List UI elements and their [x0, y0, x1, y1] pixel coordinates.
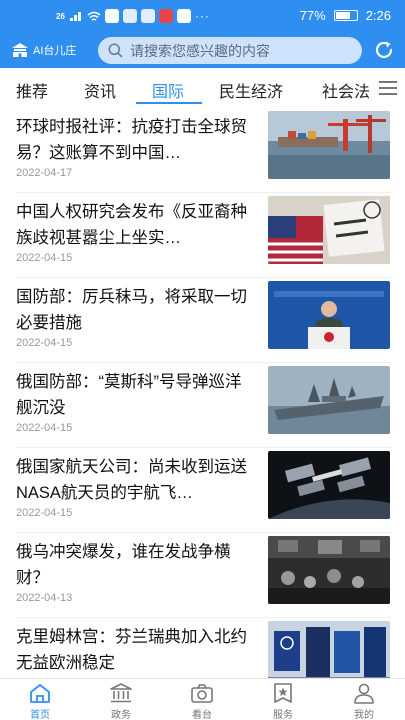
news-title: 国防部：厉兵秣马，将采取一切必要措施	[16, 288, 247, 332]
search-bar[interactable]: 请搜索您感兴趣的内容	[98, 37, 362, 64]
tab-livelihood-economy[interactable]: 民生经济	[219, 78, 283, 102]
tab-news[interactable]: 资讯	[84, 78, 116, 102]
user-icon	[354, 683, 374, 704]
news-date: 2022-04-13	[16, 592, 73, 604]
news-item[interactable]: 克里姆林宫：芬兰瑞典加入北约无益欧洲稳定	[0, 618, 405, 678]
city-gate-logo-icon	[12, 43, 28, 57]
signal-icon	[69, 11, 81, 21]
news-item[interactable]: 环球时报社评：抗疫打击全球贸易？这账算不到中国… 2022-04-17	[0, 108, 405, 193]
news-item[interactable]: 俄乌冲突爆发，谁在发战争横财？ 2022-04-13	[0, 533, 405, 618]
battery-level	[335, 12, 351, 19]
news-item[interactable]: 中国人权研究会发布《反亚裔种族歧视甚嚣尘上坐实… 2022-04-15	[0, 193, 405, 278]
battery-percent: 77%	[299, 8, 326, 23]
refresh-icon[interactable]	[373, 39, 395, 61]
nato-flags-thumbnail	[268, 621, 390, 678]
news-title: 俄国家航天公司：尚未收到运送NASA航天员的宇航飞…	[16, 458, 247, 502]
bottom-navigation: 首页 政务 看台 服务 我的	[0, 678, 405, 720]
tab-society-law[interactable]: 社会法	[322, 78, 370, 102]
news-item[interactable]: 国防部：厉兵秣马，将采取一切必要措施 2022-04-15	[0, 278, 405, 363]
news-title: 环球时报社评：抗疫打击全球贸易？这账算不到中国…	[16, 118, 247, 162]
nav-home[interactable]: 首页	[10, 682, 70, 720]
protest-sign-thumbnail	[268, 196, 390, 264]
news-list: 环球时报社评：抗疫打击全球贸易？这账算不到中国… 2022-04-17 中国人权…	[0, 108, 405, 678]
clock: 2:26	[365, 8, 391, 23]
app-logo[interactable]: AI台儿庄	[10, 41, 76, 59]
tab-international[interactable]: 国际	[152, 78, 184, 102]
app-notification-icon	[104, 9, 119, 23]
news-date: 2022-04-15	[16, 422, 73, 434]
home-icon	[30, 684, 50, 703]
search-icon	[108, 43, 123, 58]
news-date: 2022-04-17	[16, 167, 73, 179]
news-date: 2022-04-15	[16, 507, 73, 519]
browser-notification-icon	[140, 9, 155, 23]
port-cranes-thumbnail	[268, 111, 390, 179]
stock-exchange-thumbnail	[268, 536, 390, 604]
nav-watch-label: 看台	[192, 710, 212, 720]
news-notification-icon	[158, 9, 173, 23]
news-date: 2022-04-15	[16, 252, 73, 264]
search-notification-icon	[122, 9, 137, 23]
signal-label: 26	[56, 11, 65, 21]
nav-watch[interactable]: 看台	[172, 682, 232, 720]
message-notification-icon	[176, 9, 191, 23]
nav-profile[interactable]: 我的	[334, 682, 394, 720]
tab-recommend[interactable]: 推荐	[16, 78, 48, 102]
battery-icon	[333, 10, 358, 21]
nav-service-label: 服务	[273, 710, 293, 720]
nav-home-label: 首页	[30, 710, 50, 720]
government-icon	[110, 683, 132, 703]
nav-profile-label: 我的	[354, 710, 374, 720]
news-item[interactable]: 俄国家航天公司：尚未收到运送NASA航天员的宇航飞… 2022-04-15	[0, 448, 405, 533]
nav-government[interactable]: 政务	[91, 682, 151, 720]
camera-icon	[191, 684, 213, 703]
logo-text: AI台儿庄	[33, 45, 77, 57]
status-bar: 26 ··· 77% 2:26	[0, 0, 405, 32]
news-title: 中国人权研究会发布《反亚裔种族歧视甚嚣尘上坐实…	[16, 203, 247, 247]
search-placeholder: 请搜索您感兴趣的内容	[130, 42, 270, 59]
more-notifications: ···	[194, 9, 210, 23]
news-date: 2022-04-15	[16, 337, 73, 349]
tabs-menu-icon[interactable]	[377, 78, 399, 98]
nav-government-label: 政务	[111, 710, 131, 720]
service-star-icon	[274, 683, 292, 703]
press-conference-thumbnail	[268, 281, 390, 349]
wifi-icon	[87, 11, 101, 21]
news-title: 俄国防部：“莫斯科”号导弹巡洋舰沉没	[16, 373, 242, 417]
category-tabs: 推荐 资讯 国际 民生经济 社会法	[0, 70, 405, 106]
nav-service[interactable]: 服务	[253, 682, 313, 720]
status-notification-icons: 26 ···	[56, 9, 210, 23]
active-tab-indicator	[136, 102, 202, 104]
warship-thumbnail	[268, 366, 390, 434]
space-station-thumbnail	[268, 451, 390, 519]
news-title: 克里姆林宫：芬兰瑞典加入北约无益欧洲稳定	[16, 628, 247, 672]
news-title: 俄乌冲突爆发，谁在发战争横财？	[16, 543, 231, 587]
news-item[interactable]: 俄国防部：“莫斯科”号导弹巡洋舰沉没 2022-04-15	[0, 363, 405, 448]
app-header: AI台儿庄 请搜索您感兴趣的内容	[0, 32, 405, 68]
